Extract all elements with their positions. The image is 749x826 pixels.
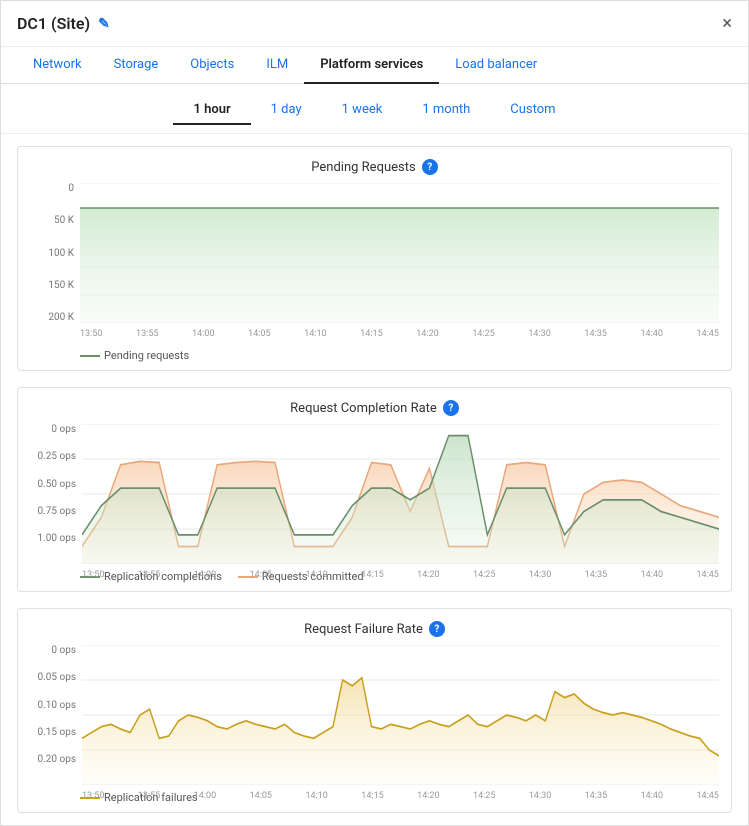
pending-requests-svg-area: 13:50 13:55 14:00 14:05 14:10 14:15 14:2… (80, 183, 719, 343)
failure-rate-svg (82, 645, 719, 785)
title-text: DC1 (Site) (17, 14, 90, 33)
failure-rate-panel: Request Failure Rate ? 0.20 ops 0.15 ops… (17, 608, 732, 813)
tab-network[interactable]: Network (17, 47, 98, 84)
failure-rate-x-axis: 13:50 13:55 14:00 14:05 14:10 14:15 14:2… (82, 791, 719, 801)
completion-rate-chart: 1.00 ops 0.75 ops 0.50 ops 0.25 ops 0 op… (30, 424, 719, 564)
close-button[interactable]: × (722, 13, 732, 46)
pending-requests-chart: 200 K 150 K 100 K 50 K 0 (30, 183, 719, 343)
completion-rate-y-axis: 1.00 ops 0.75 ops 0.50 ops 0.25 ops 0 op… (30, 424, 82, 564)
time-tabs: 1 hour 1 day 1 week 1 month Custom (1, 84, 748, 134)
pending-requests-svg (80, 183, 719, 323)
tab-ilm[interactable]: ILM (250, 47, 304, 84)
pending-requests-legend: Pending requests (30, 349, 719, 362)
pending-requests-help-icon[interactable]: ? (422, 159, 438, 175)
pending-requests-panel: Pending Requests ? 200 K 150 K 100 K 50 … (17, 146, 732, 371)
time-tab-1month[interactable]: 1 month (402, 96, 490, 125)
failure-rate-svg-area: 13:50 13:55 14:00 14:05 14:10 14:15 14:2… (82, 645, 719, 785)
completion-rate-x-axis: 13:50 13:55 14:00 14:05 14:10 14:15 14:2… (82, 570, 719, 580)
tab-load-balancer[interactable]: Load balancer (439, 47, 553, 84)
completion-rate-panel: Request Completion Rate ? 1.00 ops 0.75 … (17, 387, 732, 592)
window-title: DC1 (Site) ✎ (17, 14, 110, 45)
legend-pending-requests: Pending requests (80, 349, 189, 362)
failure-rate-chart: 0.20 ops 0.15 ops 0.10 ops 0.05 ops 0 op… (30, 645, 719, 785)
failure-rate-y-axis: 0.20 ops 0.15 ops 0.10 ops 0.05 ops 0 op… (30, 645, 82, 785)
tab-objects[interactable]: Objects (174, 47, 250, 84)
completion-rate-title: Request Completion Rate ? (30, 400, 719, 416)
nav-tabs: Network Storage Objects ILM Platform ser… (1, 47, 748, 84)
window-header: DC1 (Site) ✎ × (1, 1, 748, 47)
time-tab-custom[interactable]: Custom (490, 96, 575, 125)
pending-requests-x-axis: 13:50 13:55 14:00 14:05 14:10 14:15 14:2… (80, 329, 719, 339)
time-tab-1day[interactable]: 1 day (251, 96, 322, 125)
completion-rate-svg (82, 424, 719, 564)
failure-rate-help-icon[interactable]: ? (429, 621, 445, 637)
pending-requests-y-axis: 200 K 150 K 100 K 50 K 0 (30, 183, 80, 343)
completion-rate-help-icon[interactable]: ? (443, 400, 459, 416)
tab-platform-services[interactable]: Platform services (304, 47, 439, 84)
failure-rate-title: Request Failure Rate ? (30, 621, 719, 637)
time-tab-1week[interactable]: 1 week (322, 96, 403, 125)
pending-requests-title: Pending Requests ? (30, 159, 719, 175)
charts-area: Pending Requests ? 200 K 150 K 100 K 50 … (1, 134, 748, 825)
completion-rate-svg-area: 13:50 13:55 14:00 14:05 14:10 14:15 14:2… (82, 424, 719, 564)
legend-pending-line (80, 355, 100, 357)
tab-storage[interactable]: Storage (98, 47, 175, 84)
edit-icon[interactable]: ✎ (98, 16, 110, 32)
time-tab-1hour[interactable]: 1 hour (173, 96, 250, 125)
main-window: DC1 (Site) ✎ × Network Storage Objects I… (0, 0, 749, 826)
